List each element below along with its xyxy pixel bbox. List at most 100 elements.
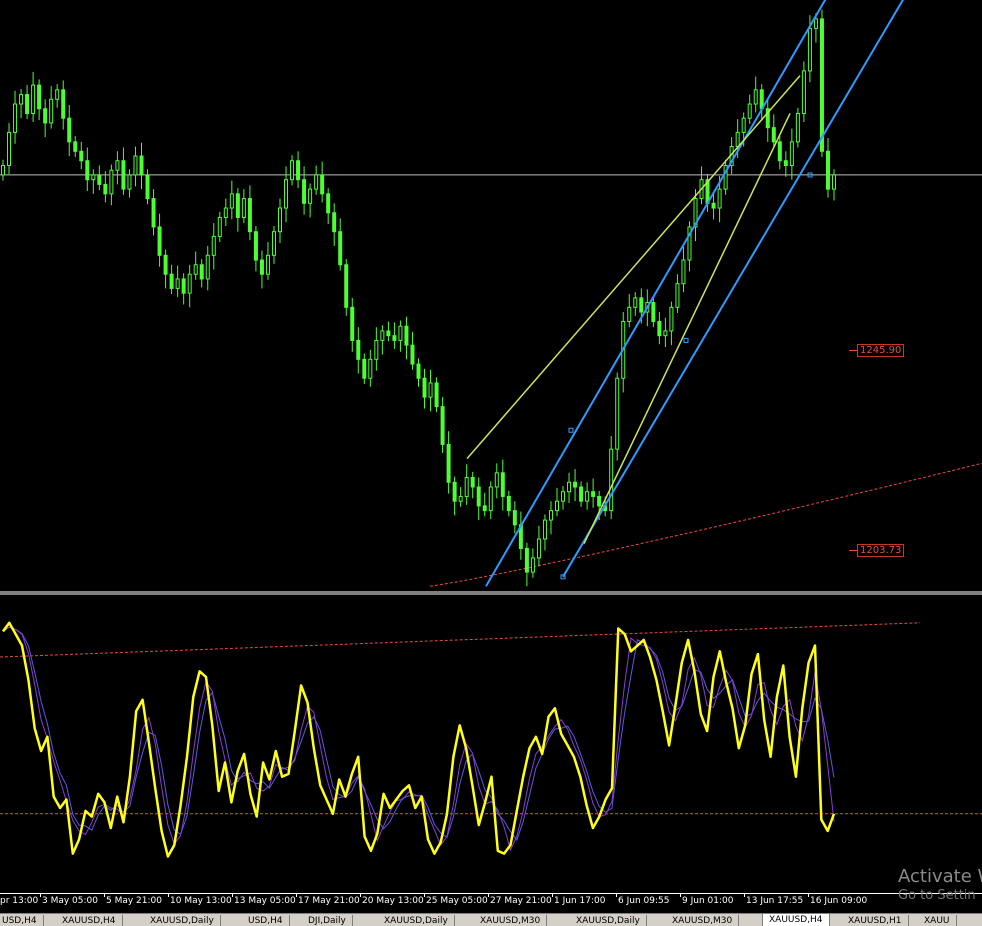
candle-body <box>223 207 228 218</box>
chart-area[interactable]: 1245.90 1203.73 <box>0 0 982 925</box>
chart-tab[interactable]: XAUUSD,M30 <box>666 915 740 926</box>
candle-body <box>753 89 758 105</box>
candle-body <box>530 557 535 573</box>
time-axis-label: 16 Jun 09:00 <box>810 896 868 906</box>
candle-body <box>181 278 186 294</box>
candle-body <box>428 382 433 398</box>
candle-body <box>585 491 590 502</box>
chart-tab[interactable]: XAUUSD,H4 <box>762 914 830 926</box>
candle-body <box>85 160 90 181</box>
time-axis-tick <box>360 893 361 897</box>
indicator-pane <box>0 621 982 858</box>
chart-tab[interactable]: XAUU <box>918 915 957 926</box>
candle-body <box>356 339 361 360</box>
candle-body <box>633 297 638 308</box>
chart-tab[interactable]: DJI,Daily <box>302 915 353 926</box>
time-axis-tick <box>616 893 617 897</box>
watermark-line-2: Go to Settin <box>898 888 976 903</box>
chart-canvas[interactable] <box>0 0 982 893</box>
candle-body <box>1 164 5 176</box>
time-axis-tick <box>552 893 553 897</box>
candle-body <box>579 486 584 502</box>
candle-body <box>542 519 547 540</box>
candle-body <box>470 477 475 488</box>
candle-body <box>67 117 72 143</box>
candle-body <box>747 103 752 119</box>
candle-body <box>476 486 481 507</box>
time-axis-label: 5 May 21:00 <box>106 896 162 906</box>
candle-body <box>597 495 602 507</box>
candle-body <box>253 231 258 261</box>
chart-tab[interactable]: XAUUSD,Daily <box>570 915 647 926</box>
watermark-line-1: Activate W <box>898 866 982 887</box>
time-axis-label: 9 Jun 01:00 <box>682 896 734 906</box>
candle-body <box>13 103 18 133</box>
time-axis-label: 13 Jun 17:55 <box>746 896 804 906</box>
candle-body <box>506 495 511 512</box>
chart-tab[interactable]: USD,H4 <box>242 915 290 926</box>
candle-body <box>663 330 668 337</box>
chart-tab-bar: USD,H4 XAUUSD,H4 XAUUSD,Daily USD,H4 DJI,Dai… <box>0 913 982 926</box>
oscillator-signal-line-a <box>2 626 835 852</box>
chart-tab[interactable]: XAUUSD,Daily <box>144 915 221 926</box>
chart-tab[interactable]: XAUUSD,H1 <box>842 915 909 926</box>
candle-body <box>711 202 716 209</box>
wedge-lower-line <box>583 113 791 545</box>
candle-body <box>669 306 674 332</box>
candle-body <box>771 127 776 143</box>
time-axis-label: 6 Jun 09:55 <box>618 896 670 906</box>
candle-body <box>241 198 246 218</box>
candle-body <box>338 231 343 266</box>
candle-body <box>302 179 307 204</box>
candle-body <box>175 278 180 289</box>
candle-body <box>392 335 397 341</box>
candle-body <box>127 174 132 190</box>
chart-tab[interactable]: XAUUSD,M30 <box>474 915 548 926</box>
candle-body <box>61 89 66 119</box>
candle-body <box>482 505 487 512</box>
chart-tab[interactable]: XAUUSD,H4 <box>56 915 123 926</box>
candle-body <box>308 188 313 204</box>
candle-body <box>464 477 469 497</box>
candle-body <box>271 231 276 256</box>
candle-body <box>440 406 445 445</box>
time-axis-tick <box>40 893 41 897</box>
candle-body <box>7 131 12 166</box>
time-axis-label: 10 May 13:00 <box>170 896 232 906</box>
candle-body <box>819 18 824 152</box>
time-axis-label: 3 May 05:00 <box>42 896 98 906</box>
candle-body <box>43 108 48 124</box>
candle-body <box>229 193 234 209</box>
candle-body <box>259 259 264 275</box>
candle-body <box>290 160 295 181</box>
candle-body <box>380 330 385 341</box>
time-axis-label: pr 13:00 <box>0 896 39 906</box>
candle-body <box>825 150 830 190</box>
time-axis-label: 27 May 21:00 <box>490 896 552 906</box>
candle-body <box>37 84 42 110</box>
chart-tab[interactable]: USD,H4 <box>0 915 44 926</box>
candle-body <box>795 112 800 143</box>
candle-body <box>79 150 84 162</box>
candle-body <box>404 325 409 346</box>
candle-body <box>573 481 578 488</box>
time-axis: pr 13:00 3 May 05:00 5 May 21:00 10 May 13:… <box>0 893 982 912</box>
candle-body <box>657 321 662 337</box>
candle-body <box>807 27 812 72</box>
chart-tab[interactable]: XAUUSD,Daily <box>378 915 455 926</box>
candle-body <box>374 339 379 360</box>
candle-body <box>488 486 493 512</box>
candle-body <box>524 547 529 573</box>
candle-body <box>434 382 439 408</box>
candle-body <box>350 306 355 341</box>
time-axis-tick <box>808 893 809 897</box>
oscillator-signal-line-b <box>2 626 835 842</box>
moving-average-line <box>429 462 982 587</box>
candle-body <box>103 183 108 195</box>
candle-body <box>133 155 138 176</box>
candle-body <box>416 363 421 379</box>
activation-watermark: Activate W Go to Settin <box>898 866 982 904</box>
candle-body <box>536 538 541 559</box>
price-tag-label: 1245.90 <box>857 344 905 358</box>
candle-body <box>320 174 325 195</box>
